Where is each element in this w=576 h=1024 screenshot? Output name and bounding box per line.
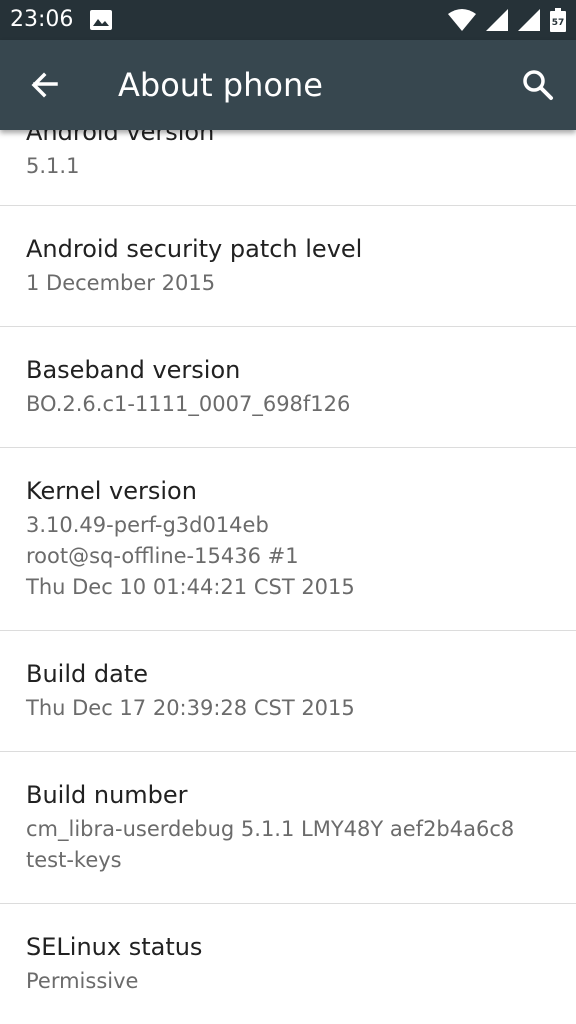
item-summary: cm_libra-userdebug 5.1.1 LMY48Y aef2b4a6… bbox=[26, 817, 515, 872]
item-title: SELinux status bbox=[26, 933, 203, 961]
list-item[interactable]: Build number cm_libra-userdebug 5.1.1 LM… bbox=[0, 752, 576, 904]
item-title: Android version bbox=[26, 130, 215, 146]
list-item[interactable]: SELinux status Permissive bbox=[0, 904, 576, 1024]
list-item[interactable]: Baseband version BO.2.6.c1-1111_0007_698… bbox=[0, 327, 576, 448]
app-bar: About phone bbox=[0, 40, 576, 130]
list-item[interactable]: Android version 5.1.1 bbox=[0, 130, 576, 206]
page-title: About phone bbox=[118, 66, 323, 104]
settings-list: Android version 5.1.1 Android security p… bbox=[0, 130, 576, 1024]
battery-level: 57 bbox=[552, 18, 565, 28]
item-summary: Permissive bbox=[26, 969, 139, 993]
item-title: Baseband version bbox=[26, 356, 241, 384]
signal-icon bbox=[486, 9, 508, 31]
back-button[interactable] bbox=[26, 67, 66, 103]
item-title: Build number bbox=[26, 781, 188, 809]
status-bar: 23:06 57 bbox=[0, 0, 576, 40]
item-summary: 1 December 2015 bbox=[26, 271, 216, 295]
image-icon bbox=[90, 10, 112, 30]
search-icon bbox=[523, 70, 553, 100]
item-summary: BO.2.6.c1-1111_0007_698f126 bbox=[26, 392, 351, 416]
item-title: Android security patch level bbox=[26, 235, 363, 263]
item-title: Build date bbox=[26, 660, 148, 688]
status-time: 23:06 bbox=[10, 7, 74, 32]
list-item[interactable]: Android security patch level 1 December … bbox=[0, 206, 576, 327]
signal-icon bbox=[518, 9, 540, 31]
item-summary: Thu Dec 17 20:39:28 CST 2015 bbox=[26, 696, 355, 720]
list-item[interactable]: Build date Thu Dec 17 20:39:28 CST 2015 bbox=[0, 631, 576, 752]
item-title: Kernel version bbox=[26, 477, 197, 505]
battery-icon: 57 bbox=[550, 8, 566, 32]
item-summary: 3.10.49-perf-g3d014eb root@sq-offline-15… bbox=[26, 513, 355, 599]
list-item[interactable]: Kernel version 3.10.49-perf-g3d014eb roo… bbox=[0, 448, 576, 631]
search-button[interactable] bbox=[520, 67, 556, 103]
arrow-back-icon bbox=[31, 72, 58, 98]
item-summary: 5.1.1 bbox=[26, 154, 80, 178]
wifi-icon bbox=[448, 9, 476, 31]
status-icons: 57 bbox=[448, 8, 566, 32]
